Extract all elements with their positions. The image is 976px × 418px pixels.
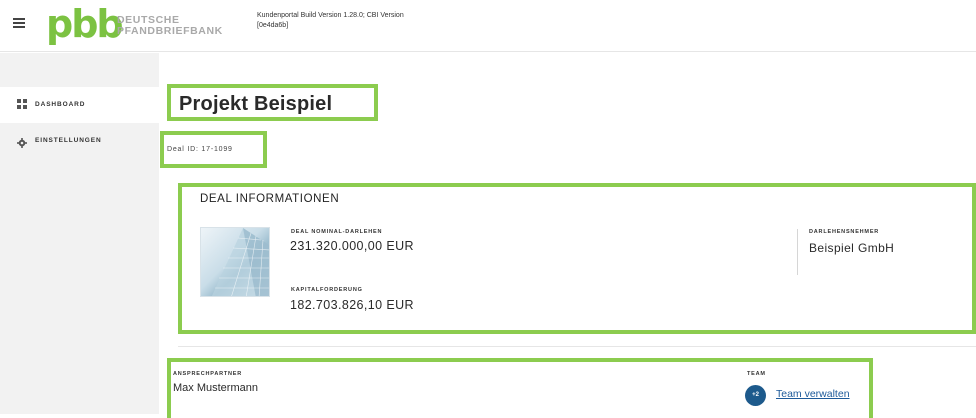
dashboard-icon <box>17 99 27 109</box>
manage-team-link[interactable]: Team verwalten <box>776 388 850 400</box>
capital-label: KAPITALFORDERUNG <box>291 287 363 293</box>
hamburger-menu-icon[interactable] <box>13 18 25 28</box>
capital-value: 182.703.826,10 EUR <box>290 298 414 312</box>
contact-highlight <box>167 358 873 418</box>
logo-text: DEUTSCHE PFANDBRIEFBANK <box>117 15 223 37</box>
nominal-label: DEAL NOMINAL-DARLEHEN <box>291 229 383 235</box>
logo-line2: PFANDBRIEFBANK <box>117 25 223 37</box>
sidebar-item-label: DASHBOARD <box>35 101 86 108</box>
team-count-badge[interactable]: +2 <box>745 385 766 406</box>
gear-icon <box>17 135 27 148</box>
building-image <box>200 227 270 297</box>
build-info: Kundenportal Build Version 1.28.0; CBI V… <box>257 11 404 31</box>
contact-label: ANSPRECHPARTNER <box>173 371 243 377</box>
contact-name: Max Mustermann <box>173 382 258 394</box>
nominal-value: 231.320.000,00 EUR <box>290 239 414 253</box>
logo-mark: pbb <box>46 2 124 46</box>
sidebar-item-dashboard[interactable]: DASHBOARD <box>0 87 159 123</box>
section-divider <box>178 346 976 347</box>
page-title: Projekt Beispiel <box>179 93 333 115</box>
build-version: Kundenportal Build Version 1.28.0; CBI V… <box>257 12 404 19</box>
borrower-divider <box>797 229 798 275</box>
sidebar-item-einstellungen[interactable]: EINSTELLUNGEN <box>0 123 159 159</box>
build-hash: [0e4da6b] <box>257 22 289 29</box>
app-header: pbb DEUTSCHE PFANDBRIEFBANK Kundenportal… <box>0 0 976 52</box>
team-label: TEAM <box>747 371 766 377</box>
deal-info-title: DEAL INFORMATIONEN <box>200 193 340 205</box>
borrower-value: Beispiel GmbH <box>809 241 895 255</box>
borrower-label: DARLEHENSNEHMER <box>809 229 880 235</box>
sidebar-item-label: EINSTELLUNGEN <box>35 137 102 144</box>
sidebar: DASHBOARD EINSTELLUNGEN <box>0 53 159 414</box>
deal-id: Deal ID: 17-1099 <box>167 146 233 153</box>
